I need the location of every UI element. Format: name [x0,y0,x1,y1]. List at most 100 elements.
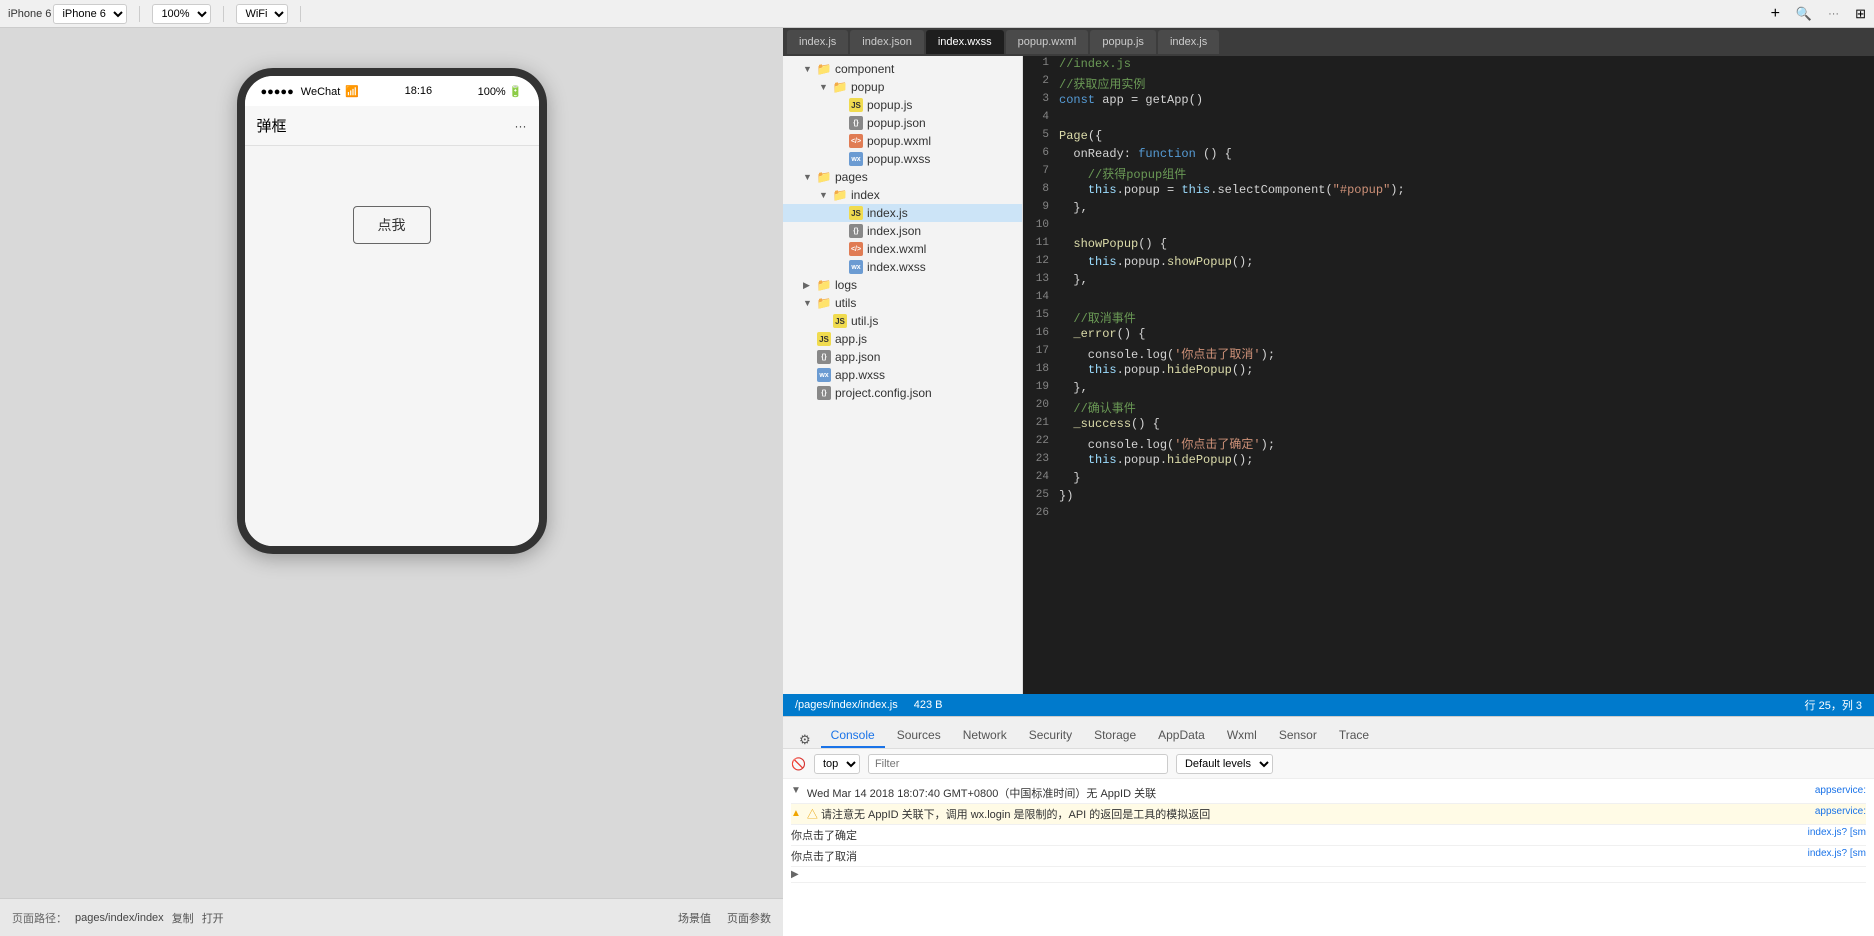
chevron-down-icon: ▼ [819,82,829,92]
tree-item-popup-wxml[interactable]: </> popup.wxml [783,132,1022,150]
group-arrow-icon[interactable]: ▼ [791,785,801,796]
tree-item-project-config[interactable]: {} project.config.json [783,384,1022,402]
scene-value-button[interactable]: 场景值 [678,910,711,926]
page-param-button[interactable]: 页面参数 [727,910,771,926]
tree-label: utils [835,296,856,310]
folder-icon: 📁 [817,170,831,184]
tree-item-component[interactable]: ▼ 📁 component [783,60,1022,78]
code-line-11: 11 showPopup() { [1023,236,1874,254]
code-line-10: 10 [1023,218,1874,236]
code-line-18: 18 this.popup.hidePopup(); [1023,362,1874,380]
console-tab-console[interactable]: Console [821,724,885,748]
console-context-select[interactable]: top [814,754,860,774]
tree-item-popup[interactable]: ▼ 📁 popup [783,78,1022,96]
wxml-icon: </> [849,242,863,256]
divider-1 [139,6,140,22]
tree-item-index-wxss[interactable]: wx index.wxss [783,258,1022,276]
code-line-26: 26 [1023,506,1874,524]
spacer [835,244,845,254]
console-tab-network[interactable]: Network [953,724,1017,748]
console-source-2[interactable]: index.js? [sm [1808,848,1866,859]
console-tab-sources[interactable]: Sources [887,724,951,748]
zoom-select[interactable]: 100% [152,4,211,24]
copy-path-button[interactable]: 复制 [172,910,194,926]
add-button[interactable]: + [1771,5,1780,23]
tree-label: index [851,188,880,202]
demo-button[interactable]: 点我 [353,206,431,244]
tab-index-wxss[interactable]: index.wxss [926,30,1004,54]
chevron-down-icon: ▼ [803,64,813,74]
open-path-button[interactable]: 打开 [202,910,224,926]
tree-label: util.js [851,314,878,328]
code-editor[interactable]: 1 //index.js 2 //获取应用实例 3 const app = ge… [1023,56,1874,694]
simulator-panel: ●●●●● WeChat 📶 18:16 100% 🔋 弹框 ··· 点我 页面… [0,28,783,936]
folder-icon: 📁 [833,80,847,94]
editor-status-bar: /pages/index/index.js 423 B 行 25，列 3 [783,694,1874,716]
group-arrow-icon-2[interactable]: ▶ [791,869,799,880]
file-tree: ▼ 📁 component ▼ 📁 popup JS popup.js [783,56,1023,694]
tree-item-app-js[interactable]: JS app.js [783,330,1022,348]
device-select[interactable]: iPhone 6 [53,4,127,24]
layout-toggle-button[interactable]: ⊞ [1855,6,1866,22]
nav-more-icon[interactable]: ··· [515,119,527,133]
console-entry-warn: ▲ △ 请注意无 AppID 关联下，调用 wx.login 是限制的，API … [791,804,1866,825]
network-selector[interactable]: WiFi [236,4,288,24]
code-line-2: 2 //获取应用实例 [1023,74,1874,92]
json-icon: {} [849,224,863,238]
spacer [819,316,829,326]
console-entry-group-2[interactable]: ▶ [791,867,1866,883]
iphone-body: 点我 [245,146,539,546]
code-line-19: 19 }, [1023,380,1874,398]
tree-item-index[interactable]: ▼ 📁 index [783,186,1022,204]
tree-item-app-wxss[interactable]: wx app.wxss [783,366,1022,384]
search-button[interactable]: 🔍 [1796,6,1812,22]
console-level-select[interactable]: Default levels [1176,754,1273,774]
tab-index-json[interactable]: index.json [850,30,924,54]
tab-popup-js[interactable]: popup.js [1090,30,1156,54]
console-tab-storage[interactable]: Storage [1084,724,1146,748]
tab-popup-wxml[interactable]: popup.wxml [1006,30,1089,54]
console-source-1[interactable]: index.js? [sm [1808,827,1866,838]
console-filter-input[interactable] [868,754,1168,774]
tab-index-js-2[interactable]: index.js [1158,30,1219,54]
tree-item-popup-json[interactable]: {} popup.json [783,114,1022,132]
more-tools-button[interactable]: ··· [1828,8,1839,20]
spacer [835,262,845,272]
folder-icon: 📁 [817,278,831,292]
zoom-selector[interactable]: 100% [152,4,211,24]
device-selector[interactable]: iPhone 6 iPhone 6 [8,4,127,24]
tree-item-util-js[interactable]: JS util.js [783,312,1022,330]
console-tab-wxml[interactable]: Wxml [1217,724,1267,748]
code-line-1: 1 //index.js [1023,56,1874,74]
code-line-14: 14 [1023,290,1874,308]
console-source-warn[interactable]: appservice: [1815,806,1866,817]
console-tab-appdata[interactable]: AppData [1148,724,1215,748]
console-source-link[interactable]: appservice: [1815,785,1866,796]
file-tabs: index.js index.json index.wxss popup.wxm… [783,28,1874,56]
iphone-nav: 弹框 ··· [245,106,539,146]
network-select[interactable]: WiFi [236,4,288,24]
console-entry-group[interactable]: ▼ Wed Mar 14 2018 18:07:40 GMT+0800（中国标准… [791,783,1866,804]
tree-item-popup-js[interactable]: JS popup.js [783,96,1022,114]
tree-item-utils[interactable]: ▼ 📁 utils [783,294,1022,312]
console-tab-trace[interactable]: Trace [1329,724,1379,748]
tree-item-index-wxml[interactable]: </> index.wxml [783,240,1022,258]
tree-item-popup-wxss[interactable]: wx popup.wxss [783,150,1022,168]
console-clear-button[interactable]: 🚫 [791,757,806,771]
main-area: ●●●●● WeChat 📶 18:16 100% 🔋 弹框 ··· 点我 页面… [0,28,1874,936]
code-line-21: 21 _success() { [1023,416,1874,434]
tree-item-logs[interactable]: ▶ 📁 logs [783,276,1022,294]
json-icon: {} [817,350,831,364]
spacer [835,208,845,218]
devtools-icon[interactable]: ⚙ [791,732,819,748]
tree-item-pages[interactable]: ▼ 📁 pages [783,168,1022,186]
console-tab-security[interactable]: Security [1019,724,1082,748]
tree-item-app-json[interactable]: {} app.json [783,348,1022,366]
tab-index-js-1[interactable]: index.js [787,30,848,54]
spacer [835,154,845,164]
tree-item-index-js[interactable]: JS index.js [783,204,1022,222]
tree-item-index-json[interactable]: {} index.json [783,222,1022,240]
wxss-icon: wx [817,368,831,382]
console-tab-sensor[interactable]: Sensor [1269,724,1327,748]
tree-label: index.wxss [867,260,926,274]
